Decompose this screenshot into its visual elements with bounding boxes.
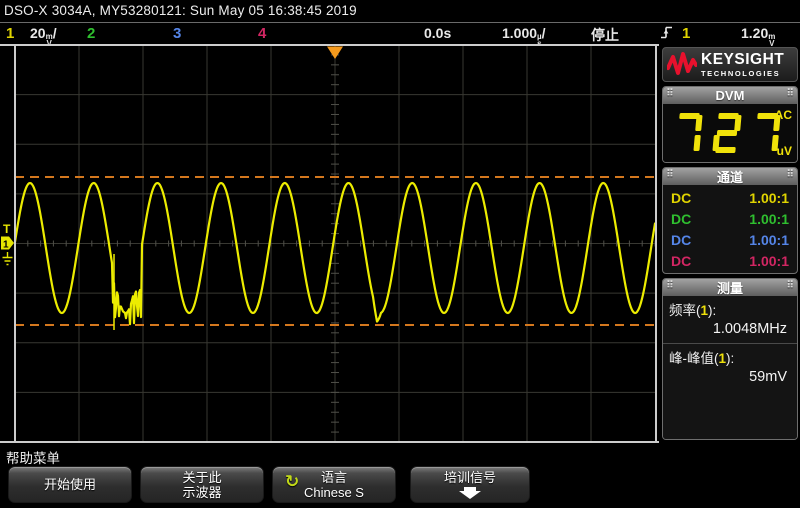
dvm-panel-header[interactable]: ⠿ DVM ⠿: [663, 87, 797, 104]
ground-symbol-icon: [3, 252, 13, 265]
channel-row-4: DC 1.00:1: [663, 250, 797, 271]
grip-icon: ⠿: [666, 280, 674, 291]
keysight-logo: KEYSIGHT TECHNOLOGIES: [662, 47, 798, 82]
channel-row-1: DC 1.00:1: [663, 187, 797, 208]
svg-text:1: 1: [3, 240, 9, 251]
channels-title: 通道: [717, 167, 743, 186]
dvm-display: AC uV: [663, 104, 797, 162]
trigger-level-marker[interactable]: T: [3, 222, 11, 236]
channel-row-2: DC 1.00:1: [663, 208, 797, 229]
softkey-about-oscilloscope[interactable]: 关于此 示波器: [140, 466, 264, 503]
brand-name: KEYSIGHT: [701, 52, 784, 68]
trigger-slope-icon[interactable]: [660, 24, 674, 44]
trigger-source[interactable]: 1: [682, 25, 690, 42]
sevenseg-digit: [712, 113, 741, 153]
softkey-language[interactable]: ↻ 语言 Chinese S: [272, 466, 396, 503]
trigger-time-marker[interactable]: [327, 47, 343, 60]
measurement-peak-to-peak: 峰-峰值(1): 59mV: [663, 344, 797, 391]
down-arrow-icon: [459, 487, 481, 499]
keysight-spark-icon: [667, 52, 697, 78]
grip-icon: ⠿: [786, 88, 794, 99]
dvm-mode: AC: [775, 108, 792, 122]
menu-title: 帮助菜单: [6, 447, 60, 467]
frequency-value: 1.0048MHz: [669, 319, 791, 341]
measurement-frequency: 频率(1): 1.0048MHz: [663, 296, 797, 344]
sevenseg-digit: [673, 113, 702, 153]
dvm-unit: uV: [777, 144, 792, 158]
grip-icon: ⠿: [786, 280, 794, 291]
softkey-training-signals[interactable]: 培训信号: [410, 466, 530, 503]
softkey-getting-started[interactable]: 开始使用: [8, 466, 132, 503]
sidebar: KEYSIGHT TECHNOLOGIES ⠿ DVM ⠿ AC uV ⠿ 通道…: [662, 47, 798, 444]
channels-panel: ⠿ 通道 ⠿ DC 1.00:1 DC 1.00:1 DC 1.00:1 DC …: [662, 167, 798, 274]
dvm-title: DVM: [716, 88, 745, 103]
grip-icon: ⠿: [786, 169, 794, 180]
measure-panel-header[interactable]: ⠿ 测量 ⠿: [663, 279, 797, 296]
channel-row-3: DC 1.00:1: [663, 229, 797, 250]
refresh-icon: ↻: [285, 475, 299, 490]
grip-icon: ⠿: [666, 169, 674, 180]
measure-panel: ⠿ 测量 ⠿ 频率(1): 1.0048MHz 峰-峰值(1): 59mV: [662, 278, 798, 440]
measure-title: 测量: [717, 278, 743, 297]
brand-sub: TECHNOLOGIES: [701, 70, 784, 78]
waveform-plot: T1: [0, 0, 662, 446]
dvm-sevenseg-value: [675, 113, 779, 153]
trigger-level[interactable]: 1.20mV: [741, 25, 775, 46]
channels-panel-header[interactable]: ⠿ 通道 ⠿: [663, 168, 797, 185]
graticule-grid: [15, 45, 655, 442]
grip-icon: ⠿: [666, 88, 674, 99]
dvm-panel: ⠿ DVM ⠿ AC uV: [662, 86, 798, 163]
peak-to-peak-value: 59mV: [669, 367, 791, 389]
